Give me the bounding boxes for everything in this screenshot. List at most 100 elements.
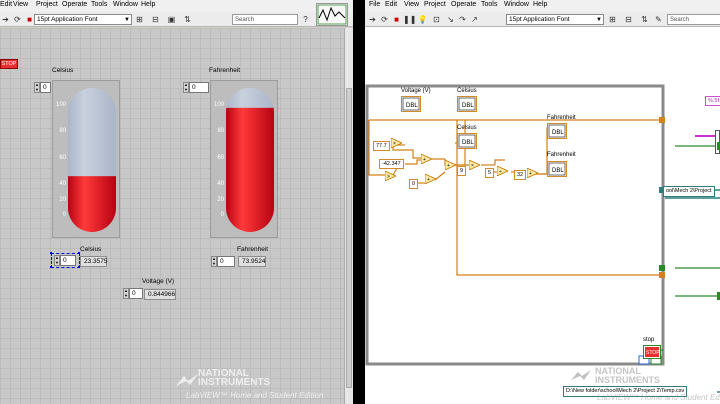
menu-operate[interactable]: Operate	[62, 1, 87, 8]
voltage-value-indicator: 0.844966	[144, 289, 176, 300]
ni-eagle-logo-icon	[174, 372, 200, 392]
fahrenheit-indicator-terminal[interactable]: DBL	[547, 161, 567, 177]
menu-project[interactable]: Project	[36, 1, 58, 8]
fahrenheit-tick: 80	[217, 128, 224, 134]
watermark-instruments: INSTRUMENTS	[595, 375, 660, 385]
celsius-tick: 100	[55, 102, 66, 108]
constant-five[interactable]: 5	[485, 168, 495, 178]
thermometer-capsule	[226, 88, 274, 232]
fahrenheit-thermometer: 100 80 60 40 20 0	[210, 80, 278, 238]
constant-77-7[interactable]: 77.7	[373, 141, 390, 151]
scrollbar-thumb[interactable]	[346, 88, 352, 388]
svg-text:×: ×	[393, 141, 396, 147]
celsius-thermometer: 100 80 60 40 20 0	[52, 80, 120, 238]
multiply-node-icon[interactable]: ×	[469, 160, 480, 170]
svg-text:+: +	[447, 163, 450, 169]
constant-neg-42-347[interactable]: -42.347	[379, 159, 404, 169]
voltage-indicator-control[interactable]: 0	[129, 288, 143, 299]
svg-text:DBL: DBL	[552, 168, 564, 174]
celsius-indicator-terminal-label: Celsius	[457, 125, 477, 131]
run-arrow-icon[interactable]: ➔	[0, 14, 11, 25]
svg-text:>: >	[387, 174, 390, 180]
distribute-icon[interactable]: ⊟	[150, 14, 161, 25]
front-panel-window: Edit View Project Operate Tools Window H…	[0, 0, 353, 404]
reorder-icon[interactable]: ⇅	[182, 14, 193, 25]
multiply-node-icon[interactable]: ×	[391, 138, 402, 148]
voltage-indicator-label: Voltage (V)	[142, 278, 175, 285]
vertical-scrollbar[interactable]	[344, 28, 353, 404]
voltage-terminal[interactable]: DBL	[401, 96, 421, 112]
fahrenheit-indicator-control[interactable]: 0	[217, 256, 235, 267]
add-node-icon[interactable]: +	[421, 154, 432, 164]
while-loop-border	[365, 84, 665, 366]
svg-text:+: +	[529, 171, 532, 177]
celsius-indicator-control[interactable]: 0	[60, 255, 76, 266]
vi-icon	[316, 3, 348, 26]
font-selector[interactable]: 15pt Application Font ▼	[34, 14, 132, 25]
svg-text:DBL: DBL	[462, 140, 474, 146]
thermometer-fill-level	[68, 176, 116, 232]
add-node-icon[interactable]: +	[527, 168, 538, 178]
fahrenheit-indicator-label: Fahrenheit	[237, 246, 269, 253]
celsius-gauge-terminal[interactable]: DBL	[457, 96, 477, 112]
selection-handle[interactable]	[50, 252, 52, 254]
stop-button[interactable]: STOP	[0, 59, 18, 69]
svg-text:+: +	[423, 157, 426, 163]
fahrenheit-indicator-terminal-label: Fahrenheit	[547, 152, 576, 158]
ni-eagle-logo-icon	[569, 368, 593, 386]
svg-text:×: ×	[471, 163, 474, 169]
fahrenheit-value-indicator: 73.9524	[238, 256, 266, 267]
help-icon[interactable]: ?	[300, 14, 311, 25]
menu-edit[interactable]: Edit	[0, 1, 12, 8]
constant-nine[interactable]: 9	[457, 166, 467, 176]
fahrenheit-tick: 40	[217, 181, 224, 187]
fahrenheit-tick: 20	[217, 197, 224, 203]
window-divider	[353, 0, 365, 404]
add-node-icon[interactable]: +	[445, 160, 456, 170]
search-input[interactable]: Search	[232, 14, 298, 25]
select-node-icon[interactable]: +	[425, 174, 436, 184]
constant-thirty-two[interactable]: 32	[514, 170, 527, 180]
selection-handle[interactable]	[78, 252, 80, 254]
compare-node-icon[interactable]: >	[385, 171, 396, 181]
menu-view[interactable]: View	[13, 1, 28, 8]
block-diagram-wires	[365, 84, 720, 393]
fahrenheit-gauge-terminal[interactable]: DBL	[547, 123, 567, 139]
celsius-tick: 40	[59, 181, 66, 187]
svg-text:DBL: DBL	[552, 130, 564, 136]
stop-terminal[interactable]: STOP	[643, 345, 661, 359]
celsius-gauge-control[interactable]: 0	[40, 82, 51, 93]
resize-icon[interactable]: ▣	[166, 14, 177, 25]
fahrenheit-gauge-label: Fahrenheit	[209, 67, 241, 74]
block-diagram-window: File Edit View Project Operate Tools Win…	[365, 0, 720, 404]
thermometer-fill-level	[226, 107, 274, 232]
watermark-edition: LabVIEW™ Home and Student Edition	[597, 393, 720, 402]
menu-window[interactable]: Window	[113, 1, 138, 8]
run-continuous-icon[interactable]: ⟳	[12, 14, 23, 25]
celsius-terminal-label: Celsius	[457, 88, 477, 94]
fahrenheit-terminal-label: Fahrenheit	[547, 115, 576, 121]
format-string-constant[interactable]: %.5f	[705, 96, 720, 106]
menu-tools[interactable]: Tools	[91, 1, 107, 8]
fahrenheit-thermometer-scale: 100 80 60 40 20 0	[213, 81, 225, 237]
celsius-tick: 60	[59, 155, 66, 161]
file-path-constant-partial[interactable]: ool\Mech 2\Project	[663, 186, 715, 197]
fahrenheit-tick: 60	[217, 155, 224, 161]
selection-handle[interactable]	[50, 266, 52, 268]
voltage-terminal-label: Voltage (V)	[401, 88, 431, 94]
celsius-indicator-terminal[interactable]: DBL	[457, 133, 477, 149]
menu-help[interactable]: Help	[141, 1, 155, 8]
chevron-down-icon: ▼	[124, 17, 130, 23]
svg-text:DBL: DBL	[462, 103, 474, 109]
celsius-tick: 0	[62, 212, 66, 218]
fahrenheit-tick: 0	[220, 212, 224, 218]
align-icon[interactable]: ⊞	[134, 14, 145, 25]
celsius-tick: 80	[59, 128, 66, 134]
divide-node-icon[interactable]: ÷	[497, 166, 508, 176]
loop-tunnel	[659, 117, 665, 123]
watermark-edition: LabVIEW™ Home and Student Edition	[186, 391, 324, 400]
svg-text:÷: ÷	[499, 169, 502, 175]
fahrenheit-gauge-control[interactable]: 0	[189, 82, 209, 93]
celsius-gauge-label: Celsius	[52, 67, 74, 74]
constant-zero[interactable]: 0	[409, 179, 419, 189]
